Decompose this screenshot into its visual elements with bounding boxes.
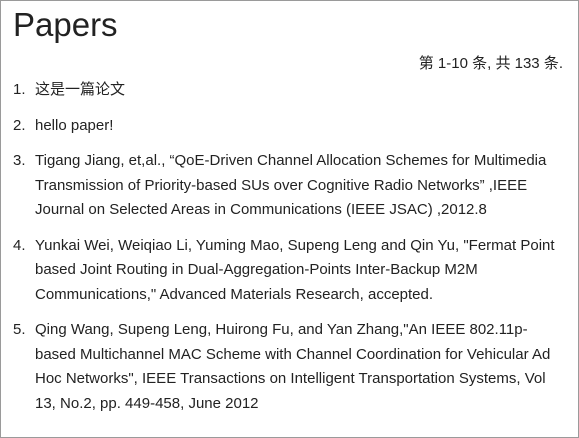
page-frame: Papers 第 1-10 条, 共 133 条. 1. 这是一篇论文 2. h… bbox=[0, 0, 579, 438]
list-item: 3. Tigang Jiang, et,al., “QoE-Driven Cha… bbox=[13, 149, 565, 223]
list-item: 5. Qing Wang, Supeng Leng, Huirong Fu, a… bbox=[13, 318, 565, 416]
paper-title-link[interactable]: Yunkai Wei, Weiqiao Li, Yuming Mao, Supe… bbox=[35, 237, 555, 303]
paper-title-link[interactable]: Tigang Jiang, et,al., “QoE-Driven Channe… bbox=[35, 152, 546, 218]
list-item: 1. 这是一篇论文 bbox=[13, 78, 565, 103]
item-number: 2. bbox=[13, 116, 26, 134]
paper-title-link[interactable]: hello paper! bbox=[35, 117, 113, 134]
pagination-summary: 第 1-10 条, 共 133 条. bbox=[418, 55, 563, 72]
item-number: 5. bbox=[13, 321, 26, 338]
list-item: 2. hello paper! bbox=[13, 114, 565, 139]
item-number: 4. bbox=[13, 236, 26, 254]
item-number: 1. bbox=[13, 81, 26, 98]
paper-title-link[interactable]: Qing Wang, Supeng Leng, Huirong Fu, and … bbox=[35, 321, 550, 412]
list-item: 4. Yunkai Wei, Weiqiao Li, Yuming Mao, S… bbox=[13, 234, 565, 308]
paper-title-link[interactable]: 这是一篇论文 bbox=[35, 81, 125, 98]
item-number: 3. bbox=[13, 152, 26, 169]
page-title: Papers bbox=[13, 6, 118, 43]
papers-list: 1. 这是一篇论文 2. hello paper! 3. Tigang Jian… bbox=[13, 78, 565, 416]
